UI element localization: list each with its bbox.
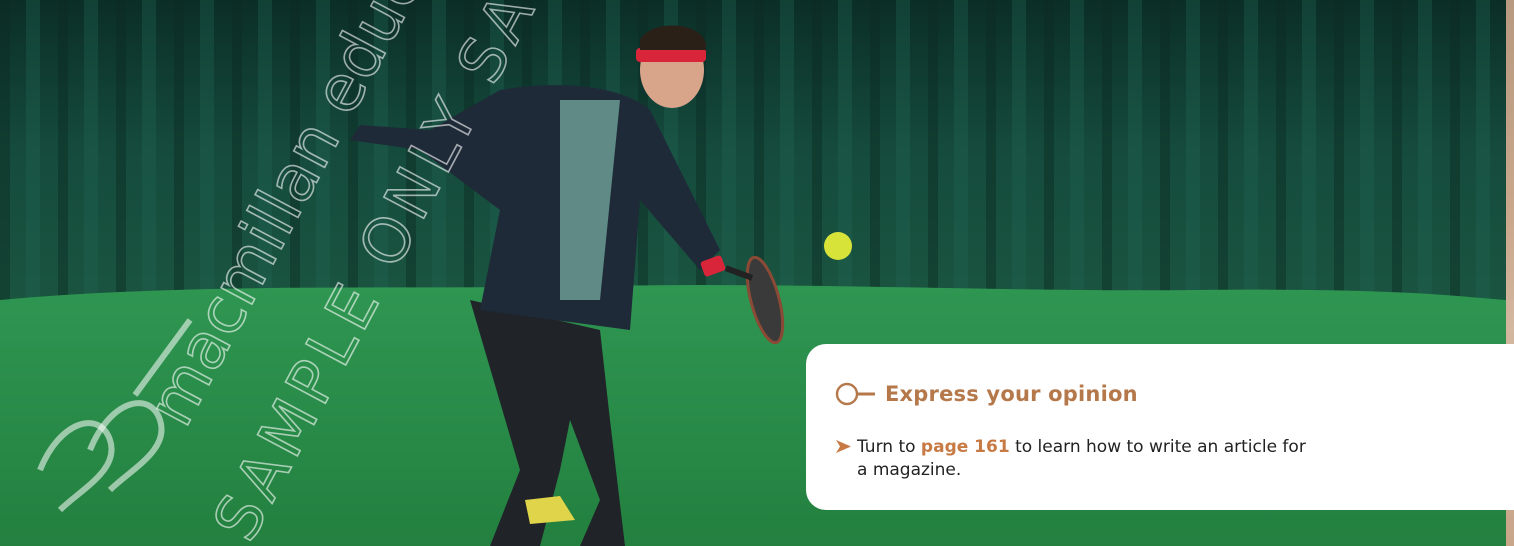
key-icon bbox=[835, 382, 875, 406]
arrow-icon bbox=[836, 440, 851, 453]
express-opinion-box: Express your opinion Turn to page 161 to… bbox=[806, 344, 1514, 510]
opinion-heading: Express your opinion bbox=[835, 382, 1138, 406]
instruction-text-start: Turn to bbox=[857, 437, 921, 457]
instruction-text-line2: a magazine. bbox=[857, 460, 962, 480]
opinion-title: Express your opinion bbox=[885, 382, 1138, 406]
opinion-instruction: Turn to page 161 to learn how to write a… bbox=[836, 436, 1396, 482]
page-reference-link[interactable]: page 161 bbox=[921, 437, 1010, 457]
instruction-text-end: to learn how to write an article for bbox=[1009, 437, 1306, 457]
